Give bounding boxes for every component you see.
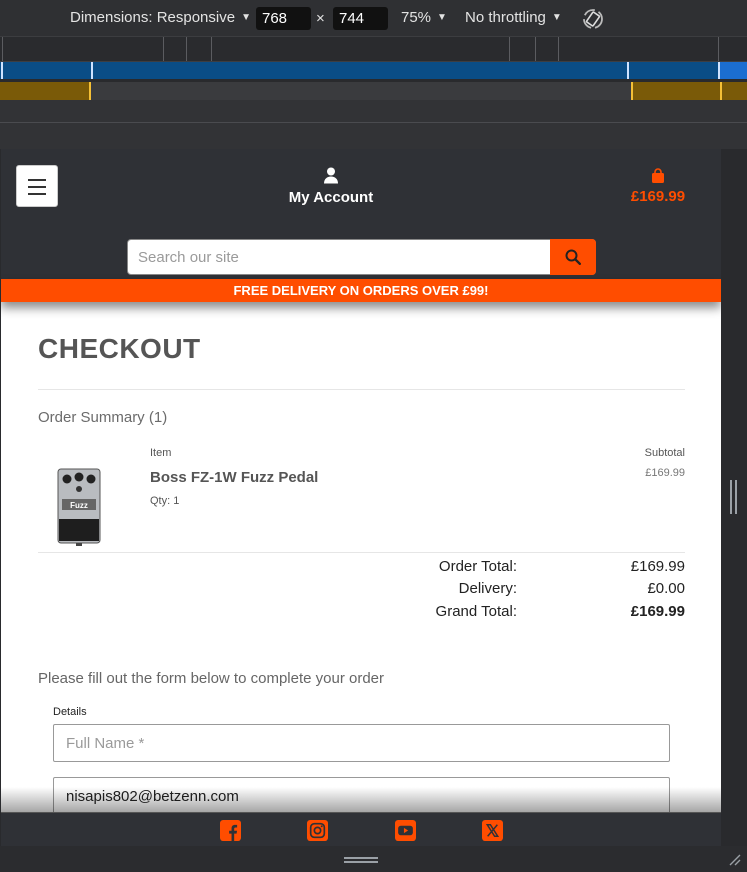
chevron-down-icon: ▼ xyxy=(437,12,447,23)
youtube-icon[interactable] xyxy=(395,820,416,841)
instagram-icon[interactable] xyxy=(307,820,328,841)
menu-toggle-button[interactable] xyxy=(16,165,58,207)
page-title: CHECKOUT xyxy=(38,333,201,364)
item-column-header: Item xyxy=(150,447,172,459)
product-subtotal: £169.99 xyxy=(645,467,685,479)
search-button[interactable] xyxy=(550,239,596,275)
delivery-value: £0.00 xyxy=(647,580,685,597)
user-icon xyxy=(324,167,338,184)
svg-text:Fuzz: Fuzz xyxy=(70,501,88,510)
subtotal-column-header: Subtotal xyxy=(644,447,685,459)
order-summary-heading: Order Summary (1) xyxy=(38,409,168,426)
grand-total-value: £169.99 xyxy=(630,603,685,620)
media-query-ruler xyxy=(0,37,747,62)
width-input[interactable]: 768 xyxy=(256,7,311,30)
x-icon[interactable] xyxy=(482,820,503,841)
details-fieldset-legend: Details xyxy=(53,706,87,718)
form-intro-text: Please fill out the form below to comple… xyxy=(38,670,385,687)
product-name: Boss FZ-1W Fuzz Pedal xyxy=(150,469,319,486)
delivery-banner: FREE DELIVERY ON ORDERS OVER £99! xyxy=(1,279,721,302)
zoom-label: 75% xyxy=(401,9,432,26)
scroll-fade xyxy=(1,787,721,812)
delivery-label: Delivery: xyxy=(458,580,517,597)
site-header: My Account £169.99 xyxy=(1,149,721,279)
resize-corner-icon[interactable] xyxy=(728,853,741,866)
my-account-link[interactable]: My Account xyxy=(271,167,391,206)
cart-link[interactable]: £169.99 xyxy=(613,168,703,205)
order-total-value: £169.99 xyxy=(630,558,685,575)
search-form xyxy=(127,239,596,275)
rotate-icon[interactable] xyxy=(581,7,605,31)
devtools-device-toolbar: Dimensions: Responsive ▼ 768 × 744 75% ▼ N… xyxy=(0,0,747,37)
media-query-bar-max-width[interactable] xyxy=(0,62,747,79)
order-total-label: Order Total: xyxy=(438,558,517,575)
site-footer xyxy=(1,812,721,846)
devtools-bottom-bar xyxy=(0,846,747,872)
viewport-resize-handle-bottom[interactable] xyxy=(344,857,378,859)
viewport-resize-handle-right[interactable] xyxy=(730,480,737,514)
full-name-input[interactable] xyxy=(54,725,669,761)
my-account-label: My Account xyxy=(288,189,374,206)
times-sign: × xyxy=(316,10,325,27)
chevron-down-icon: ▼ xyxy=(241,12,251,23)
throttling-label: No throttling xyxy=(465,9,546,26)
search-icon xyxy=(565,249,581,265)
facebook-icon[interactable] xyxy=(220,820,241,841)
media-query-bar-min-width[interactable] xyxy=(0,82,747,100)
product-image: Fuzz xyxy=(57,468,101,546)
ruler-gap xyxy=(0,100,747,149)
dimensions-label: Dimensions: Responsive xyxy=(70,9,236,26)
zoom-dropdown[interactable]: 75% ▼ xyxy=(401,9,447,26)
device-viewport: My Account £169.99 FREE DELIVERY ON ORDE… xyxy=(1,149,721,812)
grand-total-label: Grand Total: xyxy=(435,603,517,620)
product-quantity: Qty: 1 xyxy=(150,495,180,507)
cart-total: £169.99 xyxy=(630,188,686,205)
divider xyxy=(38,389,685,390)
shopping-bag-icon xyxy=(652,168,664,183)
height-input[interactable]: 744 xyxy=(333,7,388,30)
full-name-field xyxy=(53,724,670,762)
search-input[interactable] xyxy=(128,240,548,274)
divider xyxy=(38,552,685,553)
chevron-down-icon: ▼ xyxy=(551,12,562,23)
throttling-dropdown[interactable]: No throttling ▼ xyxy=(465,9,562,26)
dimensions-dropdown[interactable]: Dimensions: Responsive ▼ xyxy=(70,9,251,26)
